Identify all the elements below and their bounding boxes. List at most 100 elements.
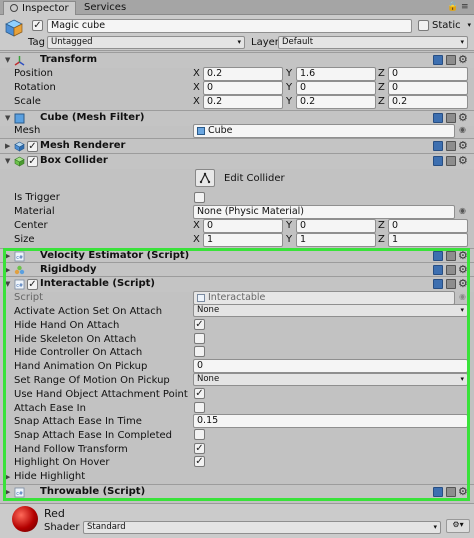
scale-x-input[interactable]: 0.2 (203, 95, 283, 109)
hand-animation-on-pickup-input[interactable]: 0 (193, 359, 468, 373)
gear-icon[interactable]: ⚙ (458, 155, 468, 166)
hide-highlight-foldout-icon[interactable]: ▶ (5, 473, 10, 481)
snap-attach-ease-in-time-input[interactable]: 0.15 (193, 414, 468, 428)
hide-controller-on-attach-checkbox[interactable] (194, 346, 205, 357)
physic-material-field[interactable]: None (Physic Material) (193, 205, 455, 219)
help-book-icon[interactable] (433, 156, 443, 166)
help-book-icon[interactable] (433, 487, 443, 497)
svg-text:c#: c# (16, 491, 23, 497)
object-picker-icon[interactable]: ◉ (459, 206, 466, 215)
hide-controller-on-attach-label: Hide Controller On Attach (14, 347, 143, 358)
gear-icon[interactable]: ⚙ (458, 140, 468, 151)
rotation-y-input[interactable]: 0 (296, 81, 376, 95)
static-checkbox[interactable] (418, 20, 429, 31)
preset-icon[interactable] (446, 251, 456, 261)
hide-skeleton-on-attach-checkbox[interactable] (194, 333, 205, 344)
lock-icon[interactable]: 🔒 (447, 2, 458, 12)
help-book-icon[interactable] (433, 251, 443, 261)
foldout-closed-icon[interactable]: ▶ (5, 488, 10, 496)
help-book-icon[interactable] (433, 141, 443, 151)
foldout-closed-icon[interactable]: ▶ (5, 252, 10, 260)
mesh-asset-icon (197, 127, 205, 135)
gear-icon[interactable]: ⚙ (458, 250, 468, 261)
gear-icon[interactable]: ⚙ (458, 486, 468, 497)
preset-icon[interactable] (446, 156, 456, 166)
gear-icon[interactable]: ⚙ (458, 112, 468, 123)
foldout-closed-icon[interactable]: ▶ (5, 266, 10, 274)
foldout-open-icon[interactable]: ▼ (5, 56, 10, 64)
object-name-input[interactable]: Magic cube (47, 19, 412, 33)
preset-icon[interactable] (446, 141, 456, 151)
center-x-input[interactable]: 0 (203, 219, 283, 233)
activate-action-set-label: Activate Action Set On Attach (14, 306, 163, 317)
position-z-input[interactable]: 0 (388, 67, 468, 81)
position-y-input[interactable]: 1.6 (296, 67, 376, 81)
help-book-icon[interactable] (433, 279, 443, 289)
help-book-icon[interactable] (433, 55, 443, 65)
scale-z-input[interactable]: 0.2 (388, 95, 468, 109)
hide-highlight-label[interactable]: Hide Highlight (14, 471, 85, 482)
activate-action-set-dropdown[interactable]: None ▾ (193, 304, 468, 317)
foldout-open-icon[interactable]: ▼ (5, 280, 10, 288)
scale-y-input[interactable]: 0.2 (296, 95, 376, 109)
preset-icon[interactable] (446, 487, 456, 497)
position-x-input[interactable]: 0.2 (203, 67, 283, 81)
size-x-input[interactable]: 1 (203, 233, 283, 247)
attach-ease-in-checkbox[interactable] (194, 402, 205, 413)
mesh-field[interactable]: Cube (193, 124, 455, 138)
help-book-icon[interactable] (433, 265, 443, 275)
center-z-input[interactable]: 0 (388, 219, 468, 233)
interactable-enabled-checkbox[interactable]: ✓ (27, 279, 38, 290)
layer-value: Default (282, 37, 314, 47)
is-trigger-checkbox[interactable] (194, 192, 205, 203)
edit-collider-button[interactable] (195, 169, 215, 187)
script-icon: c# (14, 251, 25, 262)
transform-header[interactable]: ▼ Transform ⚙ (0, 52, 474, 68)
hand-follow-transform-checkbox[interactable]: ✓ (194, 443, 205, 454)
interactable-header-icons: ⚙ (433, 278, 469, 290)
preset-icon[interactable] (446, 113, 456, 123)
preset-icon[interactable] (446, 55, 456, 65)
gear-icon[interactable]: ⚙ (458, 264, 468, 275)
throwable-header[interactable]: ▶ c# Throwable (Script) ⚙ (0, 484, 474, 500)
preset-icon[interactable] (446, 279, 456, 289)
axis-y-label: Y (286, 68, 293, 79)
tab-services-label: Services (84, 2, 127, 13)
snap-attach-ease-in-completed-checkbox[interactable] (194, 429, 205, 440)
object-picker-icon[interactable]: ◉ (459, 125, 466, 134)
use-hand-object-attachment-point-checkbox[interactable]: ✓ (194, 388, 205, 399)
hide-hand-on-attach-checkbox[interactable]: ✓ (194, 319, 205, 330)
size-y-input[interactable]: 1 (296, 233, 376, 247)
active-checkbox[interactable]: ✓ (32, 20, 43, 31)
gear-icon[interactable]: ⚙ (458, 54, 468, 65)
foldout-open-icon[interactable]: ▼ (5, 114, 10, 122)
tag-dropdown[interactable]: Untagged ▾ (47, 36, 245, 49)
rotation-z-input[interactable]: 0 (388, 81, 468, 95)
box-collider-header[interactable]: ▼ ✓ Box Collider ⚙ (0, 153, 474, 169)
center-y-input[interactable]: 0 (296, 219, 376, 233)
mesh-renderer-header[interactable]: ▶ ✓ Mesh Renderer ⚙ (0, 138, 474, 154)
foldout-open-icon[interactable]: ▼ (5, 157, 10, 165)
material-settings-icon[interactable]: ⚙▾ (446, 519, 470, 533)
box-collider-enabled-checkbox[interactable]: ✓ (27, 156, 38, 167)
set-range-of-motion-dropdown[interactable]: None ▾ (193, 373, 468, 386)
mesh-renderer-enabled-checkbox[interactable]: ✓ (27, 141, 38, 152)
help-book-icon[interactable] (433, 113, 443, 123)
edit-collider-label: Edit Collider (224, 173, 285, 184)
object-header: ✓ Magic cube Static ▾ Tag Untagged ▾ Laye… (0, 15, 474, 51)
interactable-header[interactable]: ▼ c# ✓ Interactable (Script) ⚙ (0, 276, 474, 292)
static-dropdown[interactable]: ▾ (466, 20, 474, 33)
tab-inspector[interactable]: Inspector (3, 1, 76, 15)
axis-x-label: X (193, 82, 200, 93)
transform-title: Transform (40, 54, 98, 65)
shader-dropdown[interactable]: Standard ▾ (83, 521, 441, 534)
foldout-closed-icon[interactable]: ▶ (5, 142, 10, 150)
gear-icon[interactable]: ⚙ (458, 278, 468, 289)
layer-dropdown[interactable]: Default ▾ (278, 36, 468, 49)
tab-services[interactable]: Services (78, 1, 132, 15)
rotation-x-input[interactable]: 0 (203, 81, 283, 95)
preset-icon[interactable] (446, 265, 456, 275)
highlight-on-hover-checkbox[interactable]: ✓ (194, 456, 205, 467)
size-z-input[interactable]: 1 (388, 233, 468, 247)
tab-menu-icon[interactable]: ≡ (461, 2, 469, 12)
